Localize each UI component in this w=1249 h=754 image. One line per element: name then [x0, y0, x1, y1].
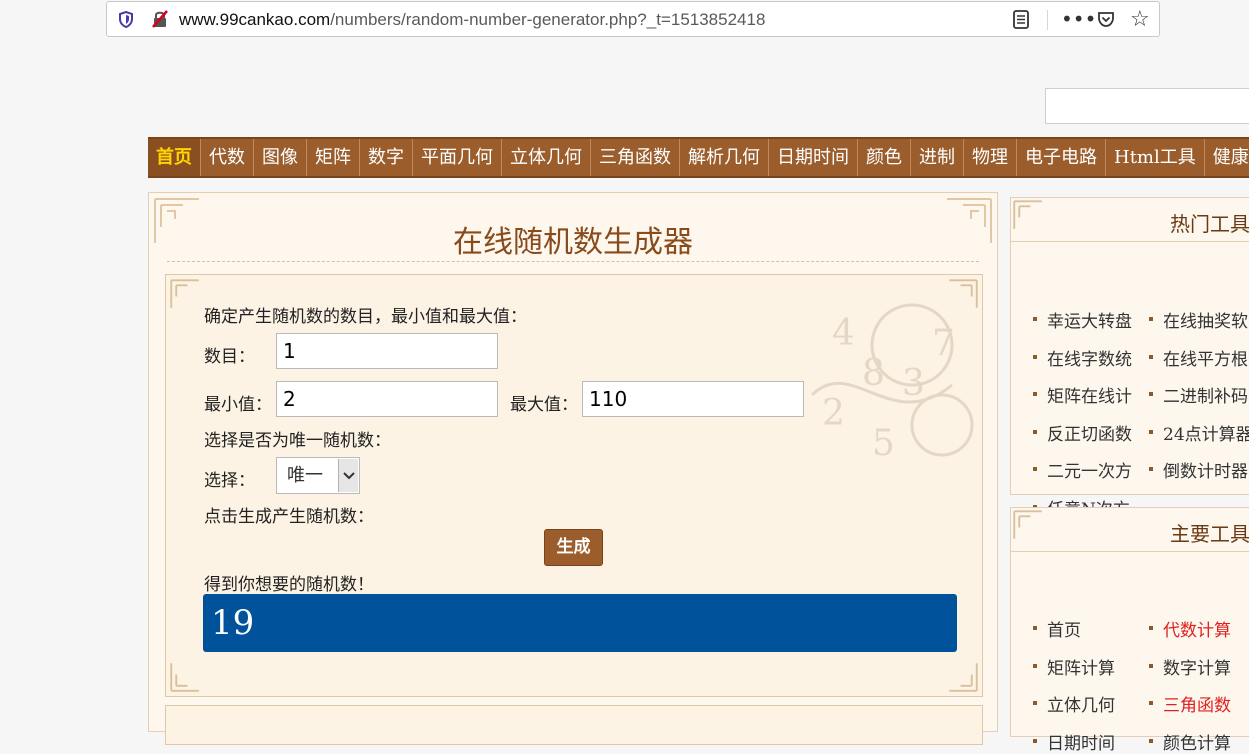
- main-tools-header: 主要工具: [1011, 508, 1249, 552]
- insecure-lock-icon[interactable]: [151, 10, 169, 28]
- corner-ornament-icon: [1013, 510, 1042, 539]
- svg-text:5: 5: [872, 423, 895, 464]
- main-panel: 在线随机数生成器 283754 确定产生随机数的数目，最小值和最大值： 数目： …: [148, 192, 998, 745]
- page-title: 在线随机数生成器: [453, 225, 693, 260]
- hot-tool-link[interactable]: 二进制补码: [1149, 382, 1248, 407]
- generator-form: 283754 确定产生随机数的数目，最小值和最大值： 数目： 1 最小值： 2 …: [165, 274, 983, 697]
- chevron-down-icon: [343, 472, 355, 480]
- hot-tools-header: 热门工具: [1011, 198, 1249, 242]
- main-tool-link[interactable]: 颜色计算: [1149, 729, 1231, 754]
- site-search-input[interactable]: [1045, 88, 1249, 124]
- result-display: 19: [203, 594, 957, 652]
- nav-item-colors[interactable]: 颜色: [858, 139, 911, 176]
- svg-text:7: 7: [932, 323, 955, 364]
- main-tool-link[interactable]: 代数计算: [1149, 616, 1231, 641]
- main-nav: 首页 代数 图像 矩阵 数字 平面几何 立体几何 三角函数 解析几何 日期时间 …: [148, 137, 1249, 178]
- corner-ornament-icon: [1013, 200, 1042, 229]
- bookmark-star-icon[interactable]: ☆: [1130, 7, 1150, 32]
- min-label: 最小值：: [204, 395, 272, 415]
- hot-tool-link[interactable]: 在线平方根: [1149, 345, 1248, 370]
- toolbar-separator: [1047, 10, 1048, 30]
- main-tools-panel: 主要工具 首页 代数计算 矩阵计算 数字计算 立体几何 三角函数 日期时间 颜色…: [1010, 507, 1249, 754]
- max-label: 最大值：: [510, 395, 578, 415]
- nav-item-algebra[interactable]: 代数: [201, 139, 254, 176]
- hot-tool-link[interactable]: 矩阵在线计: [1033, 382, 1132, 407]
- corner-ornament-icon: [949, 279, 978, 308]
- main-tool-link[interactable]: 日期时间: [1033, 729, 1115, 754]
- nav-item-graphs[interactable]: 图像: [254, 139, 307, 176]
- svg-text:2: 2: [822, 393, 845, 434]
- nav-item-matrix[interactable]: 矩阵: [307, 139, 360, 176]
- shield-icon[interactable]: [118, 11, 134, 28]
- nav-item-electronics[interactable]: 电子电路: [1017, 139, 1106, 176]
- main-tool-link[interactable]: 三角函数: [1149, 691, 1231, 716]
- unique-select-value: 唯一: [287, 465, 323, 486]
- generate-prompt: 点击生成产生随机数：: [204, 507, 374, 527]
- min-input[interactable]: 2: [276, 381, 498, 417]
- select-label: 选择：: [204, 471, 255, 491]
- hot-tool-link[interactable]: 在线字数统: [1033, 345, 1132, 370]
- nav-item-html-tools[interactable]: Html工具: [1106, 139, 1205, 176]
- more-icon[interactable]: •••: [1061, 7, 1096, 31]
- nav-item-physics[interactable]: 物理: [964, 139, 1017, 176]
- hot-tool-link[interactable]: 在线抽奖软: [1149, 307, 1248, 332]
- count-input[interactable]: 1: [276, 333, 498, 369]
- main-tool-link[interactable]: 数字计算: [1149, 654, 1231, 679]
- generate-button[interactable]: 生成: [544, 529, 603, 566]
- unique-select[interactable]: 唯一: [276, 457, 360, 494]
- main-tool-link[interactable]: 立体几何: [1033, 691, 1115, 716]
- share-bar: [165, 705, 983, 745]
- svg-text:3: 3: [902, 363, 925, 404]
- nav-item-base[interactable]: 进制: [911, 139, 964, 176]
- intro-text: 确定产生随机数的数目，最小值和最大值：: [204, 307, 527, 327]
- nav-item-date-time[interactable]: 日期时间: [769, 139, 858, 176]
- nav-item-analytic-geometry[interactable]: 解析几何: [680, 139, 769, 176]
- svg-text:4: 4: [832, 313, 855, 354]
- max-input[interactable]: 110: [582, 381, 804, 417]
- unique-prompt: 选择是否为唯一随机数：: [204, 431, 391, 451]
- hot-tool-link[interactable]: 24点计算器: [1149, 420, 1249, 445]
- corner-ornament-icon: [170, 279, 199, 308]
- nav-item-trigonometry[interactable]: 三角函数: [591, 139, 680, 176]
- url-path: /numbers/random-number-generator.php?_t=…: [330, 10, 766, 29]
- nav-item-plane-geometry[interactable]: 平面几何: [413, 139, 502, 176]
- svg-text:8: 8: [862, 353, 885, 394]
- nav-item-solid-geometry[interactable]: 立体几何: [502, 139, 591, 176]
- nav-item-numbers[interactable]: 数字: [360, 139, 413, 176]
- main-tool-link[interactable]: 矩阵计算: [1033, 654, 1115, 679]
- url-text[interactable]: www.99cankao.com/numbers/random-number-g…: [179, 10, 765, 30]
- hot-tool-link[interactable]: 倒数计时器: [1149, 457, 1248, 482]
- title-divider: [167, 261, 979, 262]
- pocket-icon[interactable]: [1097, 10, 1115, 28]
- reader-view-icon[interactable]: [1013, 10, 1029, 29]
- hot-tool-link[interactable]: 二元一次方: [1033, 457, 1132, 482]
- result-prompt: 得到你想要的随机数！: [204, 575, 374, 595]
- main-tools-title: 主要工具: [1170, 522, 1249, 546]
- nav-item-health[interactable]: 健康: [1205, 139, 1249, 176]
- url-domain: www.99cankao.com: [179, 10, 331, 29]
- hot-tools-title: 热门工具: [1170, 212, 1249, 236]
- nav-item-home[interactable]: 首页: [148, 139, 201, 176]
- hot-tool-link[interactable]: 反正切函数: [1033, 420, 1132, 445]
- hot-tools-panel: 热门工具 幸运大转盘 在线抽奖软 在线字数统 在线平方根 矩阵在线计 二进制补码…: [1010, 197, 1249, 520]
- corner-ornament-icon: [949, 663, 978, 692]
- address-bar[interactable]: www.99cankao.com/numbers/random-number-g…: [106, 1, 1160, 37]
- hot-tool-link[interactable]: 幸运大转盘: [1033, 307, 1132, 332]
- dropdown-arrow-box[interactable]: [338, 459, 358, 492]
- corner-ornament-icon: [170, 663, 199, 692]
- main-tool-link[interactable]: 首页: [1033, 616, 1081, 641]
- count-label: 数目：: [204, 347, 255, 367]
